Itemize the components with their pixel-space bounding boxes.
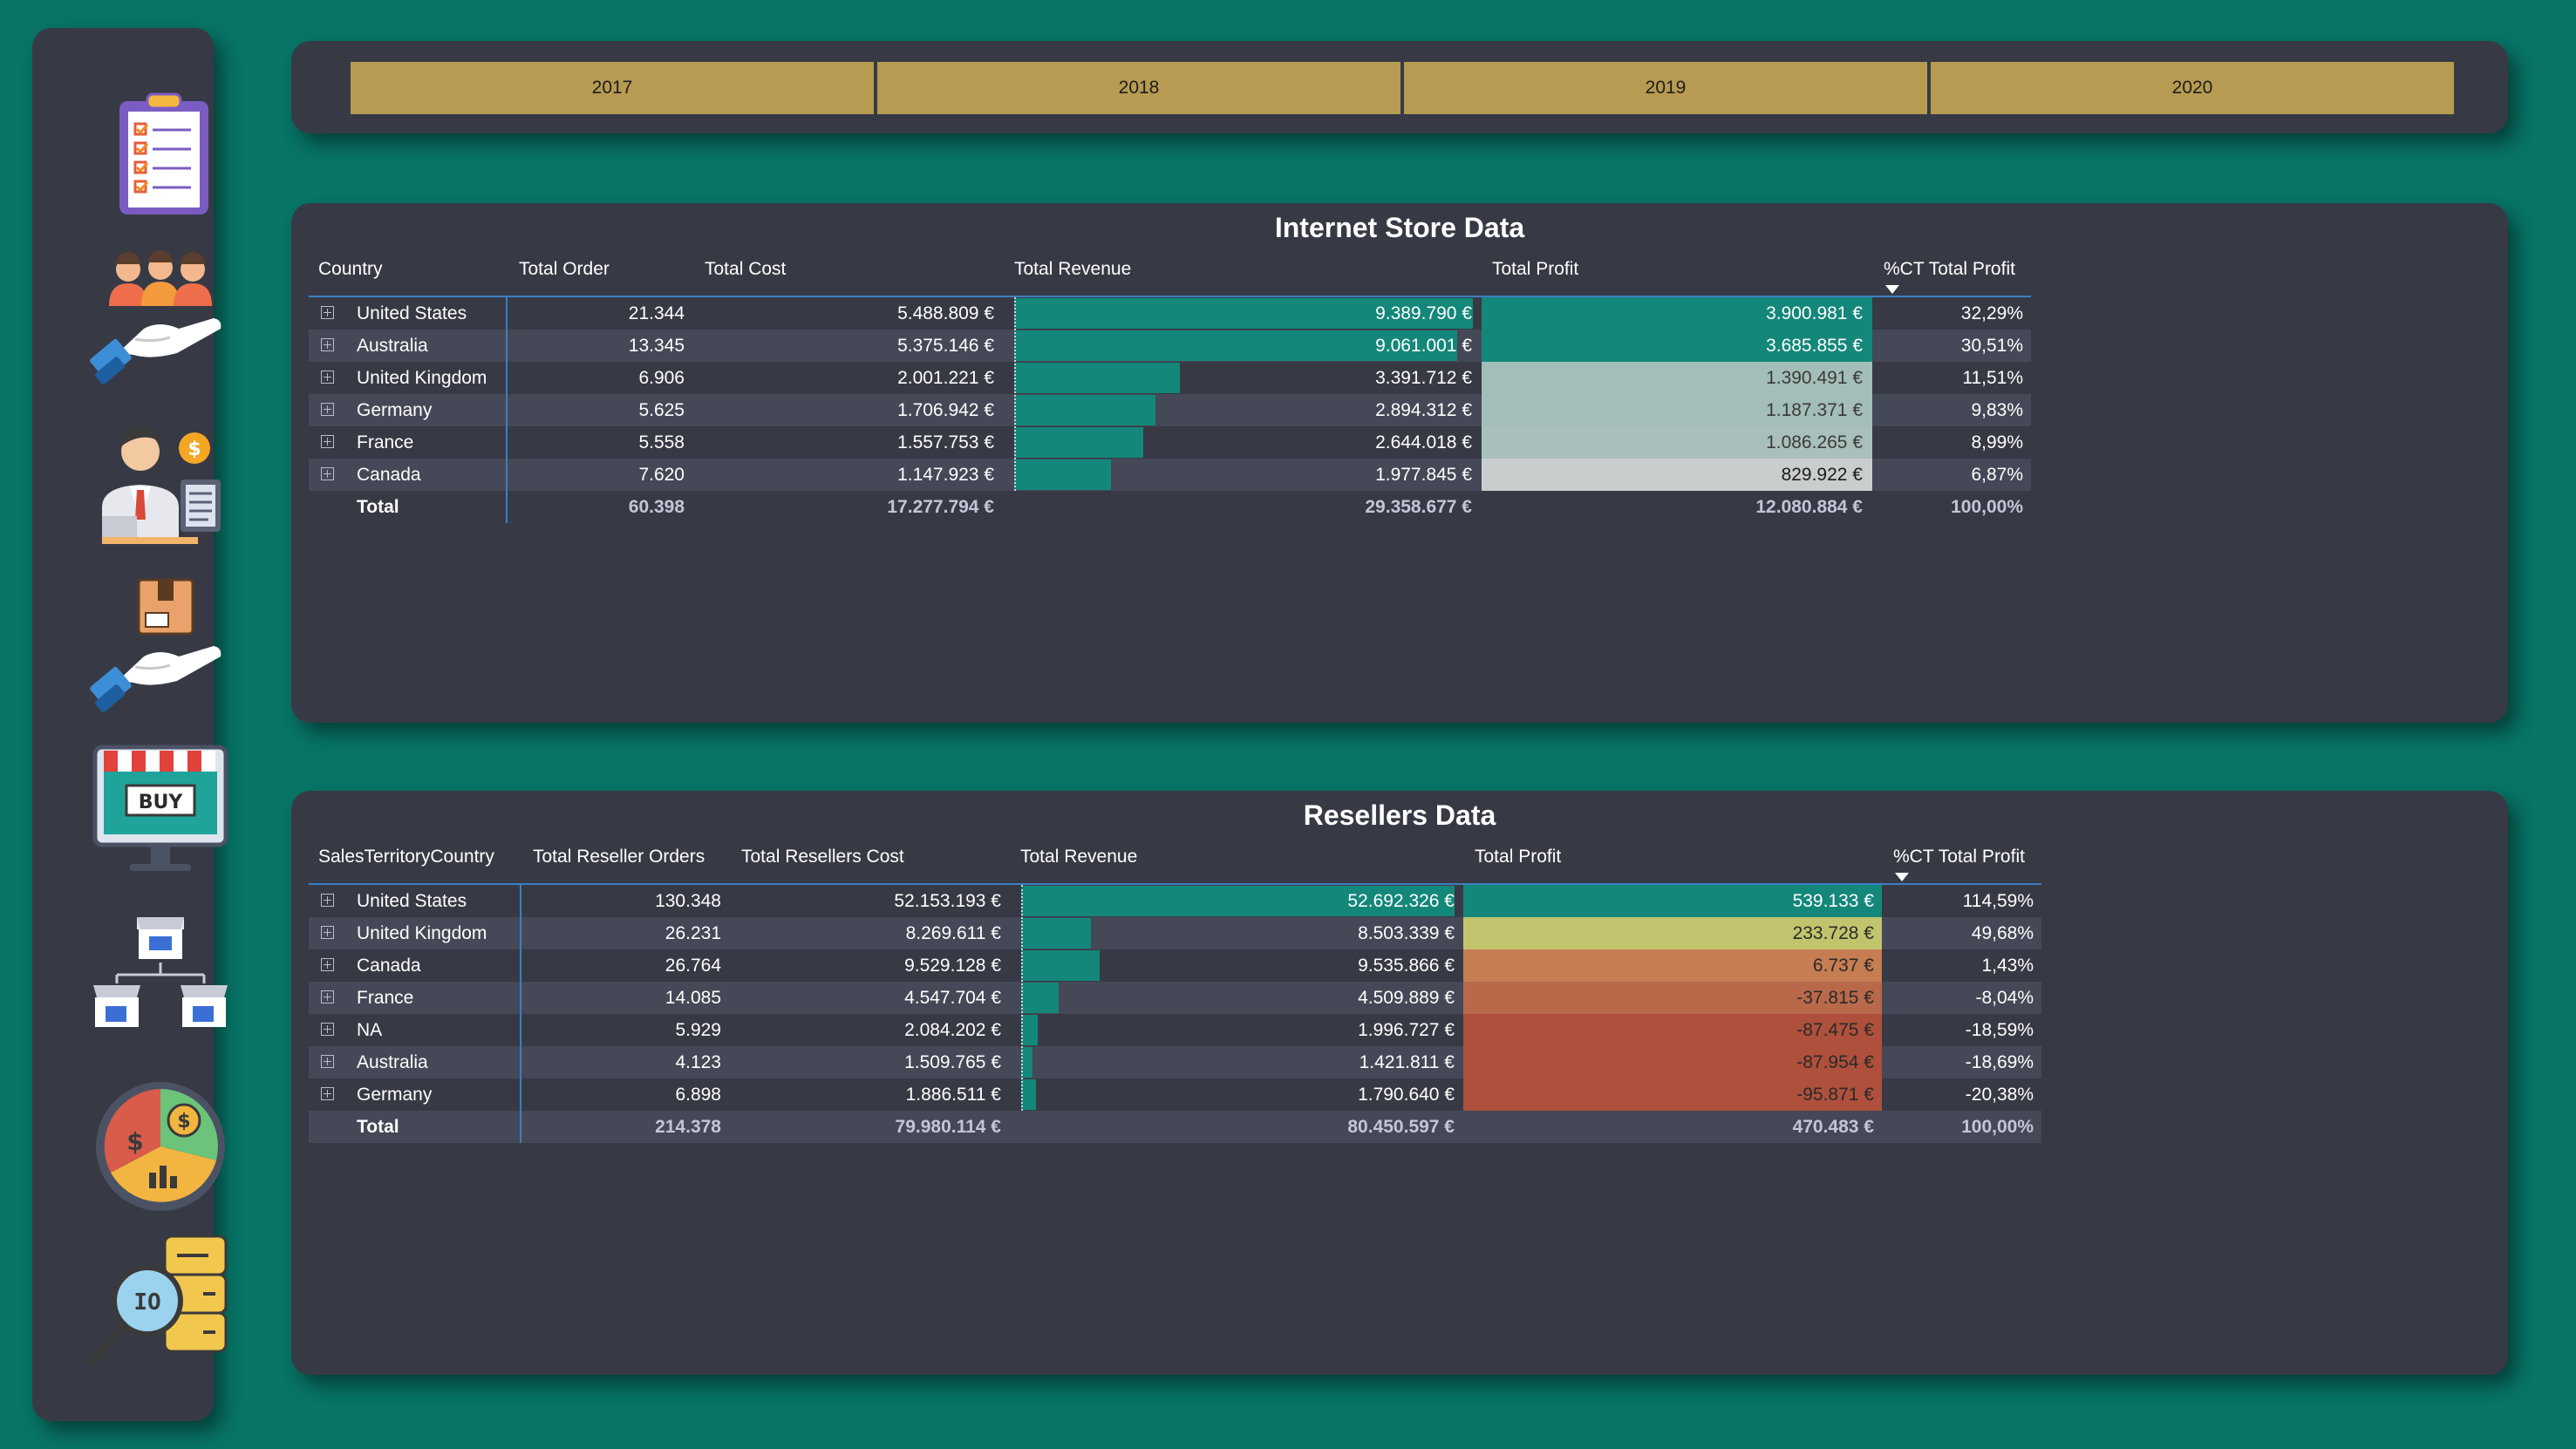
pct-profit-cell: 114,59% [1962,891,2034,911]
header-orders[interactable]: Total Order [519,259,610,280]
internet-store-title: Internet Store Data [1274,212,1525,243]
table-row[interactable]: United Kingdom 6.906 2.001.221 €3.391.712 … [309,362,2031,394]
pct-profit-cell: 9,83% [1971,400,2023,420]
header-country[interactable]: Country [318,259,383,280]
data-bar-axis [1014,297,1016,491]
header-cost[interactable]: Total Resellers Cost [741,847,904,867]
table-row[interactable]: France 5.558 1.557.753 €2.644.018 €1.086.2… [309,426,2031,459]
pct-profit-cell: 8,99% [1971,432,2023,452]
svg-text:$: $ [177,1111,190,1133]
column-divider [506,297,508,523]
table-row[interactable]: Germany 5.625 1.706.942 €2.894.312 €1.187.… [309,394,2031,426]
year-button-2017[interactable]: 2017 [351,62,874,114]
table-row[interactable]: Germany 6.898 1.886.511 €1.790.640 € -95.87… [309,1078,2041,1111]
header-pct-profit[interactable]: %CT Total Profit [1884,259,2015,280]
pct-profit-cell: 1,43% [1981,956,2034,976]
pct-profit-cell: 49,68% [1971,923,2034,943]
sort-descending-icon[interactable] [1895,873,1909,881]
pct-profit-cell: 32,29% [1960,303,2023,323]
header-profit[interactable]: Total Profit [1475,847,1561,867]
header-orders[interactable]: Total Reseller Orders [533,847,705,867]
resellers-stores-icon[interactable] [86,908,235,1057]
data-search-icon[interactable]: IO [86,1231,235,1379]
sort-descending-icon[interactable] [1885,285,1899,294]
year-button-2018[interactable]: 2018 [877,62,1400,114]
total-row[interactable]: Total 214.378 79.980.114 €80.450.597 €470.… [309,1111,2041,1143]
header-revenue[interactable]: Total Revenue [1014,259,1131,280]
header-revenue[interactable]: Total Revenue [1020,847,1137,867]
data-bar-axis [1021,885,1023,1111]
table-row[interactable]: Canada 7.620 1.147.923 €1.977.845 €829.922… [309,459,2031,491]
pct-profit-cell: -18,59% [1965,1020,2034,1040]
pct-profit-cell: -20,38% [1965,1085,2034,1105]
salesperson-icon[interactable]: $ [86,412,235,560]
pct-profit-cell: 30,51% [1960,336,2023,356]
table-row[interactable]: Australia 4.123 1.509.765 €1.421.811 € -87.… [309,1046,2041,1078]
svg-text:BUY: BUY [139,792,184,813]
resellers-title: Resellers Data [1303,799,1496,831]
header-profit[interactable]: Total Profit [1492,259,1578,280]
svg-text:IO: IO [133,1289,160,1316]
pct-profit-cell: -18,69% [1965,1052,2034,1072]
table-row[interactable]: NA 5.929 2.084.202 €1.996.727 € -87.475 € -1… [309,1014,2041,1046]
year-button-2019[interactable]: 2019 [1404,62,1927,114]
pct-profit-cell: 11,51% [1962,368,2023,388]
svg-text:$: $ [126,1127,143,1156]
svg-text:$: $ [187,439,201,460]
header-country[interactable]: SalesTerritoryCountry [318,847,494,867]
year-button-2020[interactable]: 2020 [1931,62,2454,114]
online-store-icon[interactable]: BUY [86,738,235,887]
column-divider [520,885,521,1143]
pct-profit-cell: -8,04% [1975,988,2034,1008]
pct-profit-cell: 100,00% [1951,497,2023,517]
table-row[interactable]: Canada 26.764 9.529.128 €9.535.866 €6.737 … [309,949,2041,982]
year-slicer: 2017 2018 2019 2020 [291,41,2508,133]
pct-profit-cell: 6,87% [1971,465,2023,485]
resellers-visual: Resellers Data SalesTerritoryCountry Tota… [291,791,2508,1375]
header-pct-profit[interactable]: %CT Total Profit [1893,847,2025,867]
table-row[interactable]: United States 130.348 52.153.193 €52.692.3… [309,885,2041,917]
table-row[interactable]: United States 21.344 5.488.809 €9.389.790 … [309,297,2031,330]
internet-store-visual: Internet Store Data Country Total Order To… [291,203,2508,723]
total-row[interactable]: Total 60.398 17.277.794 €29.358.677 €12.08… [309,491,2031,523]
navigation-sidebar: $ BUY $ $ IO [32,28,228,1421]
table-row[interactable]: Australia 13.345 5.375.146 €9.061.001 €3.6… [309,330,2031,362]
header-cost[interactable]: Total Cost [705,259,786,280]
pct-profit-cell: 100,00% [1961,1117,2034,1137]
table-row[interactable]: France 14.085 4.547.704 €4.509.889 € -37.81… [309,982,2041,1014]
product-hand-icon[interactable] [86,573,235,721]
table-row[interactable]: United Kingdom 26.231 8.269.611 €8.503.339… [309,917,2041,949]
customers-hand-icon[interactable] [86,250,235,398]
finance-pie-chart-icon[interactable]: $ $ [86,1070,235,1218]
checklist-icon[interactable] [86,89,235,237]
